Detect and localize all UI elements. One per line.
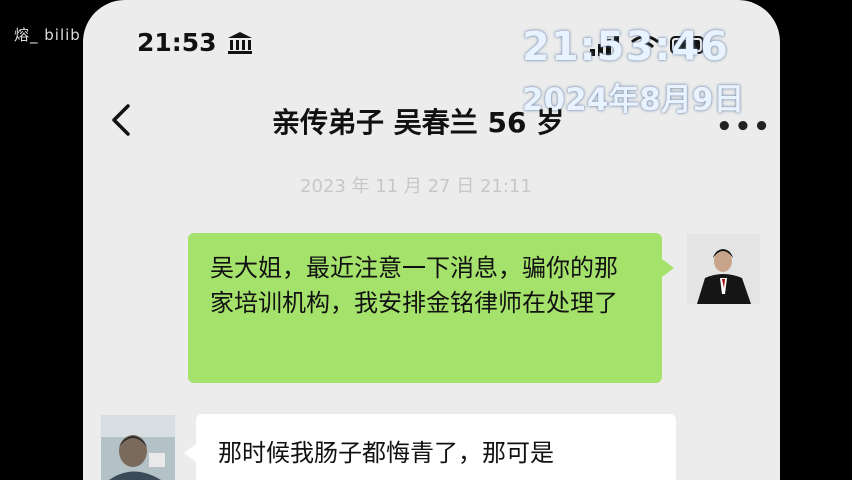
- contact-photo-avatar-icon: [101, 415, 175, 480]
- my-avatar[interactable]: [687, 234, 760, 304]
- back-arrow-icon[interactable]: [106, 100, 136, 140]
- recording-time-overlay: 21:53:46: [522, 24, 729, 70]
- bank-icon: [227, 31, 252, 54]
- bilibili-watermark: 熔_ bilib: [14, 26, 81, 44]
- status-bar-time: 21:53: [137, 28, 217, 57]
- more-icon[interactable]: •••: [716, 112, 772, 142]
- outgoing-message-bubble[interactable]: 吴大姐，最近注意一下消息，骗你的那家培训机构，我安排金铭律师在处理了: [188, 233, 674, 383]
- chat-title: 亲传弟子 吴春兰 56 岁: [272, 106, 565, 139]
- outgoing-message-text: 吴大姐，最近注意一下消息，骗你的那家培训机构，我安排金铭律师在处理了: [210, 254, 618, 317]
- status-bar-time-group: 21:53: [137, 28, 253, 57]
- message-timestamp: 2023 年 11 月 27 日 21:11: [300, 176, 532, 197]
- contact-avatar[interactable]: [101, 415, 175, 480]
- incoming-message-text: 那时候我肠子都悔青了，那可是: [218, 439, 554, 467]
- person-in-suit-avatar-icon: [687, 234, 760, 304]
- incoming-message-bubble[interactable]: 那时候我肠子都悔青了，那可是: [184, 414, 676, 480]
